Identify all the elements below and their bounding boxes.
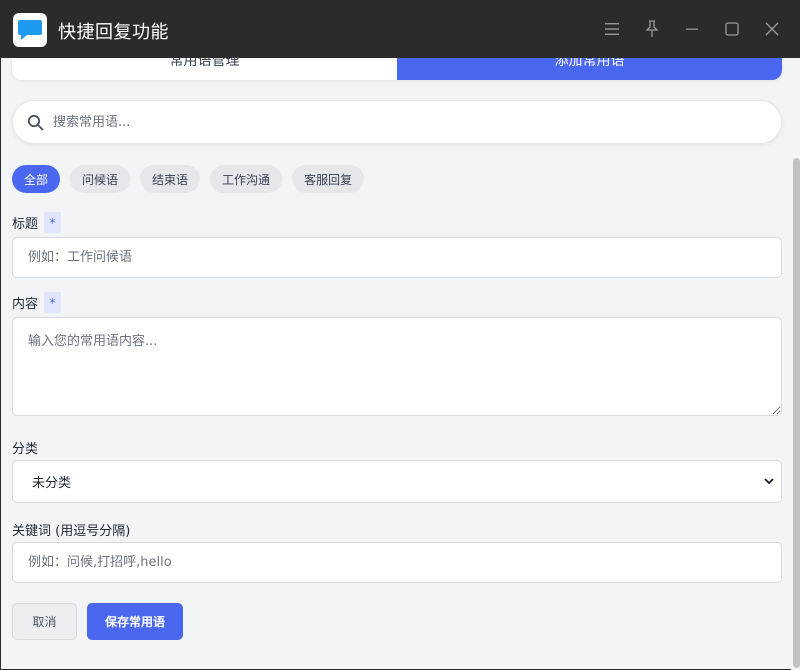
tab-manage[interactable]: 常用语管理 (12, 58, 397, 80)
search-box (12, 100, 782, 144)
tab-add[interactable]: 添加常用语 (397, 58, 782, 80)
main-content: 常用语管理 添加常用语 全部 问候语 结束语 工作沟通 客服回复 标题 * 内容… (1, 58, 800, 670)
pin-button[interactable] (640, 17, 664, 41)
close-icon (765, 22, 779, 36)
keywords-label-text: 关键词 (用逗号分隔) (12, 524, 131, 539)
menu-icon (605, 23, 619, 35)
chevron-down-icon (764, 478, 774, 485)
tab-bar: 常用语管理 添加常用语 (12, 58, 782, 80)
category-filter: 全部 问候语 结束语 工作沟通 客服回复 (12, 165, 365, 193)
category-chip-greeting[interactable]: 问候语 (70, 165, 131, 193)
content-textarea[interactable] (12, 317, 782, 416)
app-window: 快捷回复功能 常用语管理 添加常用语 搜索常用语... 全部 问候语 结束语 工… (0, 0, 800, 670)
maximize-button[interactable] (720, 17, 744, 41)
pin-icon (645, 20, 659, 37)
category-chip-all[interactable]: 全部 (12, 165, 61, 193)
category-chip-service[interactable]: 客服回复 (292, 165, 365, 193)
title-label: 标题 * (12, 212, 62, 233)
category-select[interactable]: 未分类 (12, 460, 782, 503)
app-logo (13, 13, 47, 47)
maximize-icon (725, 22, 739, 36)
category-label-text: 分类 (12, 442, 39, 457)
scrollbar-thumb[interactable] (793, 158, 800, 668)
content-label-text: 内容 (12, 297, 39, 312)
keywords-label: 关键词 (用逗号分隔) (12, 520, 130, 539)
title-label-text: 标题 (12, 217, 39, 232)
category-chip-closing[interactable]: 结束语 (140, 165, 201, 193)
search-input[interactable] (53, 101, 773, 143)
search-icon (27, 114, 44, 131)
required-mark: * (44, 292, 62, 313)
scrollbar-track[interactable] (791, 58, 800, 670)
category-chip-work[interactable]: 工作沟通 (210, 165, 283, 193)
title-bar: 快捷回复功能 (1, 1, 800, 58)
keywords-input[interactable] (12, 542, 782, 583)
title-input[interactable] (12, 237, 782, 278)
close-button[interactable] (760, 17, 784, 41)
app-title: 快捷回复功能 (58, 22, 169, 43)
menu-button[interactable] (600, 17, 624, 41)
cancel-button[interactable]: 取消 (12, 603, 77, 640)
minimize-icon (686, 28, 698, 30)
minimize-button[interactable] (680, 17, 704, 41)
category-label: 分类 (12, 438, 38, 457)
content-label: 内容 * (12, 292, 62, 313)
category-select-value: 未分类 (32, 476, 72, 491)
required-mark: * (44, 212, 62, 233)
chat-bubble-icon (18, 20, 42, 40)
save-button[interactable]: 保存常用语 (87, 603, 183, 640)
